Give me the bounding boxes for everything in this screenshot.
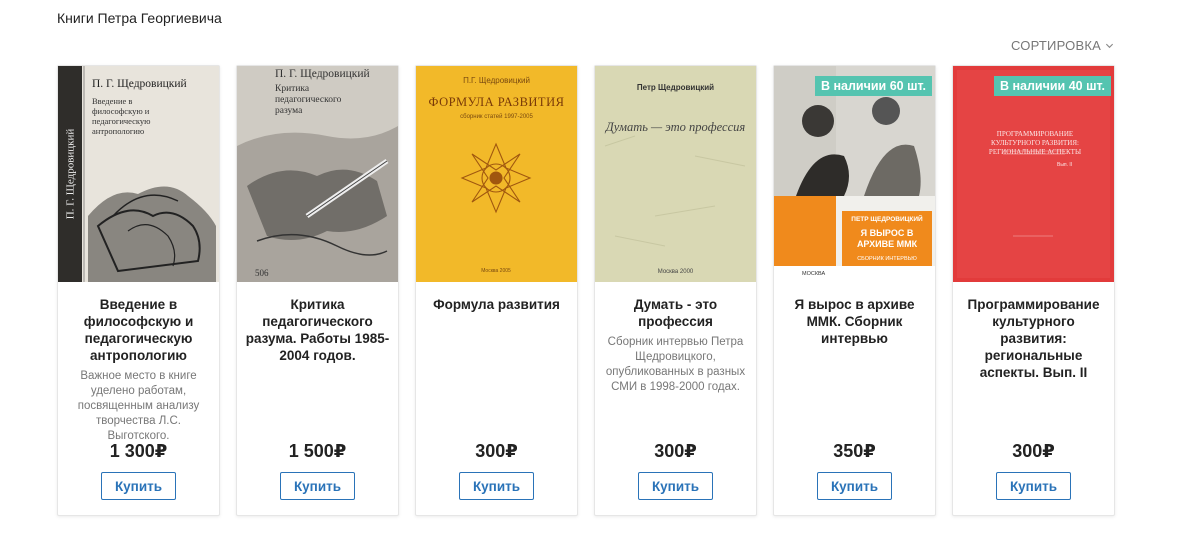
sort-label: СОРТИРОВКА — [1011, 38, 1101, 53]
book-description: Важное место в книге уделено работам, по… — [77, 370, 200, 442]
cover-subtitle: СБОРНИК ИНТЕРВЬЮ — [857, 256, 917, 262]
cover-author: П. Г. Щедровицкий — [275, 68, 370, 80]
buy-button[interactable]: Купить — [459, 472, 534, 500]
buy-button[interactable]: Купить — [280, 472, 355, 500]
book-price: 1 300₽ — [109, 441, 168, 461]
page-title: Книги Петра Георгиевича — [57, 10, 222, 26]
cover-subtitle: Вып. II — [1057, 162, 1073, 168]
book-price: 300₽ — [475, 441, 518, 461]
book-price: 300₽ — [654, 441, 697, 461]
cover-title: Я ВЫРОС В АРХИВЕ ММК — [856, 228, 918, 249]
book-title[interactable]: Введение в философскую и педагогическую … — [66, 296, 211, 364]
stock-badge: В наличии 60 шт. — [814, 76, 932, 96]
product-grid: П. Г. Щедровицкий П. Г. Щедровицкий Введ… — [57, 65, 1115, 516]
book-title[interactable]: Я вырос в архиве ММК. Сборник интервью — [782, 296, 927, 347]
cover-title: ФОРМУЛА РАЗВИТИЯ — [428, 95, 565, 109]
book-price: 350₽ — [833, 441, 876, 461]
book-description: Сборник интервью Петра Щедровицкого, опу… — [605, 336, 746, 393]
stock-badge: В наличии 40 шт. — [993, 76, 1111, 96]
book-title[interactable]: Думать - это профессия — [603, 296, 748, 330]
product-card: П. Г. Щедровицкий П. Г. Щедровицкий Введ… — [57, 65, 220, 516]
book-title[interactable]: Программирование культурного развития: р… — [961, 296, 1106, 381]
book-title[interactable]: Формула развития — [424, 296, 569, 313]
cover-city: Москва 2000 — [657, 269, 694, 275]
cover-author: П. Г. Щедровицкий — [92, 78, 187, 90]
product-card: В наличии 40 шт. ПРОГРАММИРОВАНИЕ КУЛЬТУ… — [952, 65, 1115, 516]
book-cover[interactable]: В наличии 40 шт. ПРОГРАММИРОВАНИЕ КУЛЬТУ… — [953, 66, 1114, 282]
buy-button[interactable]: Купить — [996, 472, 1071, 500]
cover-author: ПЕТР ЩЕДРОВИЦКИЙ — [851, 216, 923, 223]
book-price: 300₽ — [1012, 441, 1055, 461]
svg-text:Москва 2005: Москва 2005 — [481, 268, 511, 274]
book-cover[interactable]: 506 П. Г. Щедровицкий Критика педагогиче… — [237, 66, 398, 282]
product-card: Петр Щедровицкий Думать — это профессия … — [594, 65, 757, 516]
buy-button[interactable]: Купить — [638, 472, 713, 500]
cover-subtitle: сборник статей 1997-2005 — [460, 114, 533, 120]
cover-spine-text: П. Г. Щедровицкий — [64, 128, 77, 220]
product-card: Москва 2005 П.Г. Щедровицкий ФОРМУЛА РАЗ… — [415, 65, 578, 516]
book-cover[interactable]: В наличии 60 шт. ПЕТР ЩЕДРОВИЦКИЙ Я ВЫРО… — [774, 66, 935, 282]
book-cover[interactable]: Москва 2005 П.Г. Щедровицкий ФОРМУЛА РАЗ… — [416, 66, 577, 282]
cover-author: П.Г. Щедровицкий — [463, 76, 530, 85]
product-card: 506 П. Г. Щедровицкий Критика педагогиче… — [236, 65, 399, 516]
cover-title: Введение в философскую и педагогическую … — [92, 96, 151, 136]
buy-button[interactable]: Купить — [817, 472, 892, 500]
svg-text:506: 506 — [255, 268, 269, 278]
book-cover[interactable]: Петр Щедровицкий Думать — это профессия … — [595, 66, 756, 282]
chevron-down-icon — [1105, 43, 1114, 49]
book-cover[interactable]: П. Г. Щедровицкий П. Г. Щедровицкий Введ… — [58, 66, 219, 282]
sort-button[interactable]: СОРТИРОВКА — [1011, 38, 1114, 53]
book-title[interactable]: Критика педагогического разума. Работы 1… — [245, 296, 390, 364]
cover-city: МОСКВА — [802, 271, 826, 277]
product-card: В наличии 60 шт. ПЕТР ЩЕДРОВИЦКИЙ Я ВЫРО… — [773, 65, 936, 516]
cover-title: ПРОГРАММИРОВАНИЕ КУЛЬТУРНОГО РАЗВИТИЯ: Р… — [988, 130, 1082, 156]
cover-title: Думать — это профессия — [605, 120, 746, 134]
buy-button[interactable]: Купить — [101, 472, 176, 500]
cover-title: Критика педагогического разума — [275, 84, 342, 116]
book-price: 1 500₽ — [288, 441, 347, 461]
cover-author: Петр Щедровицкий — [636, 83, 715, 92]
